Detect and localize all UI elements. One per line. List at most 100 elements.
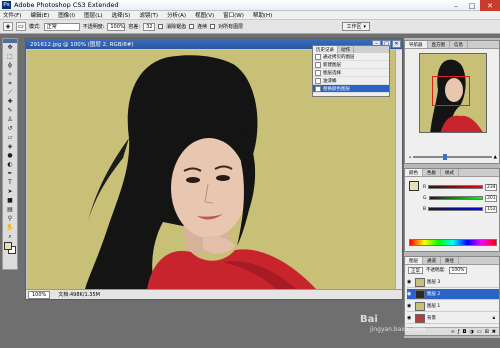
eye-icon[interactable]: ◉ bbox=[407, 315, 413, 321]
hand-tool-icon[interactable]: ✋ bbox=[3, 223, 17, 232]
tolerance-field[interactable]: 32 bbox=[143, 22, 156, 31]
marquee-tool-icon[interactable]: ⬚ bbox=[3, 52, 17, 61]
all-layers-checkbox[interactable] bbox=[210, 24, 216, 29]
crop-tool-icon[interactable]: ⌗ bbox=[3, 79, 17, 88]
blue-value-field[interactable]: 152 bbox=[485, 205, 497, 213]
eye-icon[interactable]: ◉ bbox=[407, 291, 413, 297]
healing-brush-tool-icon[interactable]: ✚ bbox=[3, 97, 17, 106]
shape-tool-icon[interactable]: ■ bbox=[3, 196, 17, 205]
history-item[interactable]: 通过拷贝的图层 bbox=[313, 53, 389, 61]
link-layers-icon[interactable]: ∞ bbox=[451, 329, 455, 335]
navigator-view-box[interactable] bbox=[432, 76, 470, 106]
vertical-scrollbar[interactable] bbox=[395, 50, 402, 290]
blur-tool-icon[interactable]: ● bbox=[3, 151, 17, 160]
type-tool-icon[interactable]: T bbox=[3, 178, 17, 187]
green-slider[interactable] bbox=[428, 196, 483, 200]
opacity-field[interactable]: 100% bbox=[107, 22, 126, 31]
adjustment-layer-icon[interactable]: ◑ bbox=[469, 329, 473, 335]
antialias-label: 消除锯齿 bbox=[166, 24, 187, 30]
eye-icon[interactable]: ◉ bbox=[407, 303, 413, 309]
history-item[interactable]: 油漆桶 bbox=[313, 77, 389, 85]
brush-tool-icon[interactable]: ✎ bbox=[3, 106, 17, 115]
contiguous-checkbox[interactable] bbox=[189, 24, 195, 29]
zoom-slider-thumb[interactable] bbox=[443, 154, 447, 160]
red-value-field[interactable]: 234 bbox=[485, 183, 497, 191]
tab-color[interactable]: 颜色 bbox=[405, 169, 423, 176]
tool-preset-picker[interactable]: ▭ bbox=[16, 22, 26, 31]
move-tool-icon[interactable]: ✥ bbox=[3, 43, 17, 52]
tab-navigator[interactable]: 导航器 bbox=[405, 41, 428, 48]
layer-row[interactable]: ◉ 图层 3 bbox=[407, 277, 499, 288]
menu-image[interactable]: 图像(I) bbox=[58, 11, 75, 19]
history-item[interactable]: 新建图层 bbox=[313, 61, 389, 69]
zoom-slider[interactable] bbox=[413, 154, 492, 160]
zoom-in-icon[interactable]: ▲ bbox=[494, 155, 497, 160]
tab-history[interactable]: 历史记录 bbox=[313, 46, 338, 53]
path-selection-tool-icon[interactable]: ➤ bbox=[3, 187, 17, 196]
layer-style-icon[interactable]: ƒ bbox=[458, 329, 460, 335]
navigator-panel-tabs: 导航器 直方图 信息 bbox=[405, 41, 499, 49]
zoom-out-icon[interactable]: ▵ bbox=[409, 155, 411, 160]
antialias-checkbox[interactable] bbox=[158, 24, 164, 29]
menu-filter[interactable]: 滤镜(T) bbox=[139, 11, 158, 19]
maximize-button[interactable]: □ bbox=[464, 0, 480, 11]
tab-channels[interactable]: 通道 bbox=[423, 257, 441, 264]
eye-icon[interactable]: ◉ bbox=[407, 279, 413, 285]
slice-tool-icon[interactable]: ⟋ bbox=[3, 88, 17, 97]
color-spectrum-ramp[interactable] bbox=[409, 239, 497, 246]
navigator-preview[interactable] bbox=[419, 53, 487, 133]
menu-file[interactable]: 文件(F) bbox=[3, 11, 21, 19]
paint-bucket-icon[interactable]: ◈ bbox=[3, 22, 13, 31]
clone-stamp-tool-icon[interactable]: ♙ bbox=[3, 115, 17, 124]
doc-close-button[interactable]: ✕ bbox=[392, 40, 401, 48]
zoom-field[interactable]: 100% bbox=[28, 290, 51, 299]
layer-opacity-field[interactable]: 100% bbox=[448, 267, 468, 274]
tab-actions[interactable]: 动作 bbox=[338, 46, 354, 53]
red-slider[interactable] bbox=[428, 185, 483, 189]
menu-help[interactable]: 帮助(H) bbox=[253, 11, 272, 19]
layer-row[interactable]: ◉ 图层 1 bbox=[407, 301, 499, 312]
menu-view[interactable]: 视图(V) bbox=[195, 11, 214, 19]
menu-layer[interactable]: 图层(L) bbox=[84, 11, 102, 19]
tab-layers[interactable]: 图层 bbox=[405, 257, 423, 264]
dodge-tool-icon[interactable]: ◐ bbox=[3, 160, 17, 169]
menu-edit[interactable]: 编辑(E) bbox=[30, 11, 49, 19]
history-item[interactable]: 图层选择 bbox=[313, 69, 389, 77]
mode-select[interactable]: 正常 bbox=[43, 22, 80, 31]
layer-mask-icon[interactable]: ◘ bbox=[463, 329, 467, 335]
delete-layer-icon[interactable]: ✖ bbox=[492, 329, 496, 335]
notes-tool-icon[interactable]: ▤ bbox=[3, 205, 17, 214]
menu-analysis[interactable]: 分析(A) bbox=[167, 11, 186, 19]
eraser-tool-icon[interactable]: ▱ bbox=[3, 133, 17, 142]
history-brush-tool-icon[interactable]: ↺ bbox=[3, 124, 17, 133]
face-shape bbox=[171, 138, 247, 238]
tab-histogram[interactable]: 直方图 bbox=[428, 41, 450, 48]
tab-paths[interactable]: 路径 bbox=[441, 257, 459, 264]
document-size-info[interactable]: 文档:498K/1.35M bbox=[58, 291, 100, 298]
close-button[interactable]: ✕ bbox=[480, 0, 500, 11]
history-item-selected[interactable]: 替换颜色图层 bbox=[313, 85, 389, 93]
minimize-button[interactable]: – bbox=[448, 0, 464, 11]
tab-swatches[interactable]: 色板 bbox=[423, 169, 441, 176]
green-value-field[interactable]: 201 bbox=[485, 194, 497, 202]
blend-mode-select[interactable]: 正常 bbox=[408, 267, 423, 274]
new-group-icon[interactable]: ▭ bbox=[477, 329, 482, 335]
eyedropper-tool-icon[interactable]: ⚲ bbox=[3, 214, 17, 223]
current-color-swatch[interactable] bbox=[409, 181, 419, 191]
paint-bucket-tool-icon[interactable]: ◈ bbox=[3, 142, 17, 151]
menu-select[interactable]: 选择(S) bbox=[112, 11, 131, 19]
new-layer-icon[interactable]: ⊞ bbox=[485, 329, 489, 335]
menu-window[interactable]: 窗口(W) bbox=[223, 11, 244, 19]
layer-row[interactable]: ◉ 背景 🔒︎ bbox=[407, 313, 499, 324]
zoom-tool-icon[interactable]: ⌕ bbox=[3, 232, 17, 241]
blue-slider[interactable] bbox=[428, 207, 483, 211]
foreground-color-swatch[interactable] bbox=[4, 242, 12, 250]
tab-styles[interactable]: 样式 bbox=[441, 169, 459, 176]
layer-row-selected[interactable]: ◉ 图层 2 bbox=[407, 289, 499, 300]
lasso-tool-icon[interactable]: ϕ bbox=[3, 61, 17, 70]
pen-tool-icon[interactable]: ✒ bbox=[3, 169, 17, 178]
history-item-label: 油漆桶 bbox=[323, 78, 337, 84]
workspace-button[interactable]: 工作区 ▾ bbox=[342, 22, 370, 31]
magic-wand-tool-icon[interactable]: ✧ bbox=[3, 70, 17, 79]
tab-info[interactable]: 信息 bbox=[450, 41, 468, 48]
